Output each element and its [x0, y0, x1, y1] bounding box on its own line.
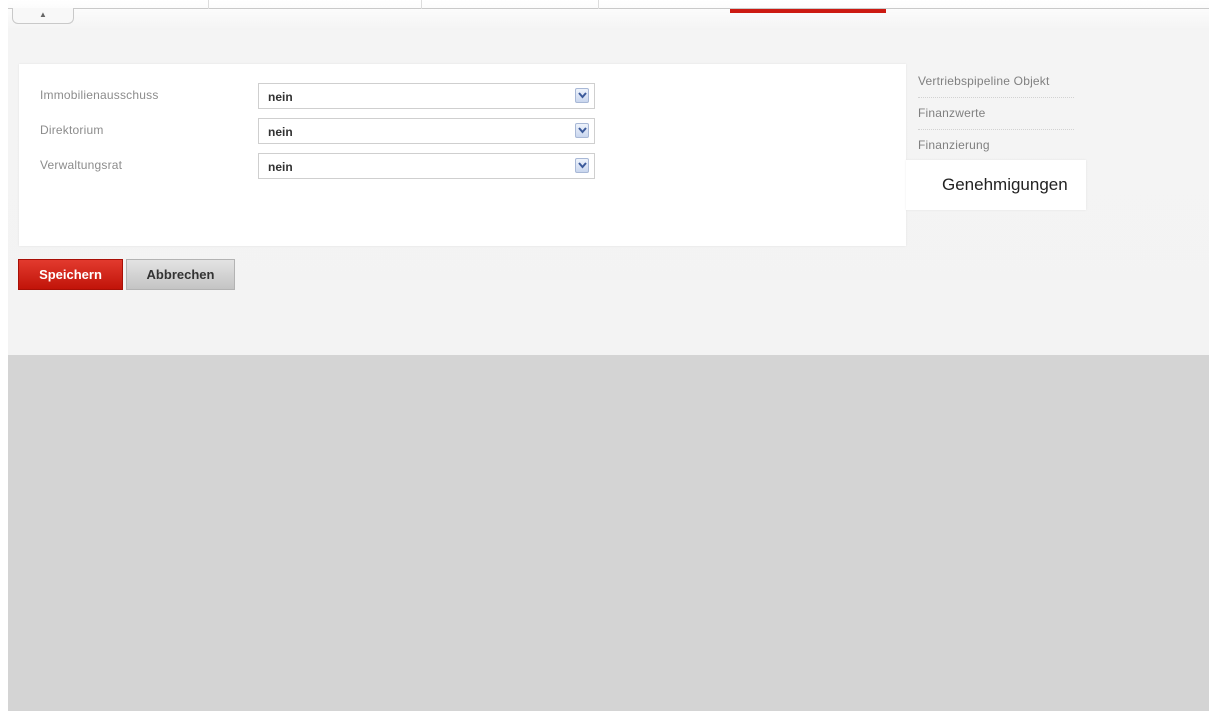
side-nav-item-finanzierung[interactable]: Finanzierung — [918, 138, 1074, 152]
cancel-button[interactable]: Abbrechen — [126, 259, 235, 290]
verwaltungsrat-select[interactable]: nein — [258, 153, 595, 179]
top-nav-separator — [421, 0, 422, 9]
top-nav-separator — [208, 0, 209, 9]
up-arrow-icon: ▲ — [39, 10, 47, 19]
top-nav-line — [8, 8, 1209, 9]
side-nav-item-genehmigungen[interactable]: Genehmigungen — [906, 160, 1086, 210]
top-nav-separator — [598, 0, 599, 9]
save-button[interactable]: Speichern — [18, 259, 123, 290]
form-row-verwaltungsrat: Verwaltungsrat nein — [40, 153, 600, 179]
field-label: Direktorium — [40, 123, 104, 137]
form-row-immobilienausschuss: Immobilienausschuss nein — [40, 83, 600, 109]
side-nav-item-vertriebspipeline[interactable]: Vertriebspipeline Objekt — [918, 74, 1074, 88]
immobilienausschuss-select[interactable]: nein — [258, 83, 595, 109]
chevron-down-icon[interactable] — [575, 88, 589, 103]
side-nav-divider — [918, 97, 1074, 98]
collapse-top-button[interactable]: ▲ — [12, 8, 74, 24]
select-value: nein — [268, 90, 293, 104]
select-value: nein — [268, 160, 293, 174]
direktorium-select[interactable]: nein — [258, 118, 595, 144]
chevron-down-icon[interactable] — [575, 158, 589, 173]
chevron-down-icon[interactable] — [575, 123, 589, 138]
field-label: Immobilienausschuss — [40, 88, 159, 102]
field-label: Verwaltungsrat — [40, 158, 123, 172]
side-nav-item-finanzwerte[interactable]: Finanzwerte — [918, 106, 1074, 120]
active-tab-indicator — [730, 9, 886, 13]
side-nav-active-label: Genehmigungen — [942, 175, 1068, 194]
app-content-area: ▲ Immobilienausschuss nein Direktorium n… — [8, 0, 1209, 355]
side-nav-divider — [918, 129, 1074, 130]
form-row-direktorium: Direktorium nein — [40, 118, 600, 144]
app-frame: ▲ Immobilienausschuss nein Direktorium n… — [8, 0, 1209, 711]
select-value: nein — [268, 125, 293, 139]
approvals-form-card: Immobilienausschuss nein Direktorium nei… — [19, 64, 906, 246]
